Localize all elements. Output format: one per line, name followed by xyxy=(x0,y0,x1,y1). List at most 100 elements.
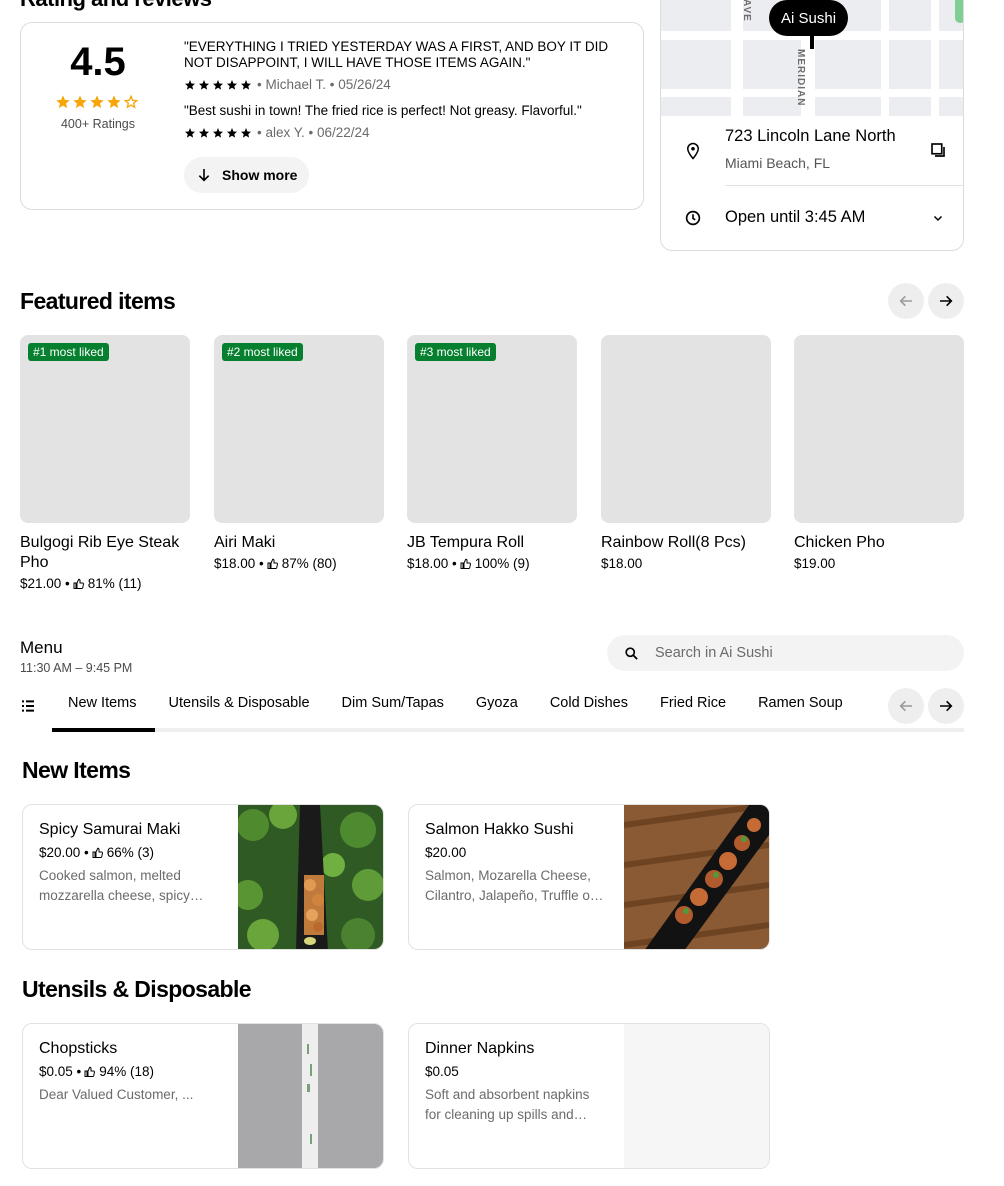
tab-fried-rice[interactable]: Fried Rice xyxy=(644,688,742,732)
arrow-left-icon xyxy=(899,700,912,712)
menu-item-photo xyxy=(238,805,383,949)
menu-item-card[interactable]: Salmon Hakko Sushi $20.00 Salmon, Mozare… xyxy=(408,804,770,950)
menu-item-description: Soft and absorbent napkins for cleaning … xyxy=(425,1087,590,1122)
menu-item-photo xyxy=(624,1024,769,1168)
review-meta: • Michael T. • 05/26/24 xyxy=(184,77,391,92)
review-stars xyxy=(184,127,252,139)
featured-title: Featured items xyxy=(20,288,176,314)
most-liked-badge: #2 most liked xyxy=(222,343,303,361)
featured-item-image: #2 most liked xyxy=(214,335,384,523)
thumbs-up-icon xyxy=(92,847,103,858)
search-input[interactable] xyxy=(655,645,935,661)
featured-item-meta: $21.00 • 81% (11) xyxy=(20,576,190,591)
store-hours: Open until 3:45 AM xyxy=(725,208,866,226)
menu-item-rating: 66% (3) xyxy=(106,845,155,860)
star-filled-icon xyxy=(56,95,70,109)
menu-item-card[interactable]: Dinner Napkins $0.05 Soft and absorbent … xyxy=(408,1023,770,1169)
menu-item-price: $20.00 • xyxy=(39,845,89,860)
menu-item-rating: 94% (18) xyxy=(99,1064,155,1079)
star-filled-icon xyxy=(199,79,209,90)
show-more-button[interactable]: Show more xyxy=(184,157,310,193)
tabs-next-button[interactable] xyxy=(928,688,964,724)
review-text: "EVERYTHING I TRIED YESTERDAY WAS A FIRS… xyxy=(184,39,609,70)
featured-item-price: $18.00 • xyxy=(407,556,457,571)
star-filled-icon xyxy=(227,79,237,90)
featured-prev-button[interactable] xyxy=(888,283,924,319)
menu-item-description: Dear Valued Customer, ... xyxy=(39,1087,194,1102)
menu-item-card[interactable]: Chopsticks $0.05 • 94% (18) Dear Valued … xyxy=(22,1023,384,1169)
ratings-count: 400+ Ratings xyxy=(60,117,135,131)
menu-list-icon[interactable] xyxy=(20,698,36,714)
store-address: 723 Lincoln Lane North xyxy=(725,127,896,145)
tab-utensils-disposable[interactable]: Utensils & Disposable xyxy=(153,688,326,732)
menu-search[interactable] xyxy=(607,635,964,671)
map-store-label: Ai Sushi xyxy=(769,0,849,36)
menu-item-photo xyxy=(238,1024,383,1168)
menu-item-description: Cooked salmon, melted mozzarella cheese,… xyxy=(39,868,190,903)
tab-cold-dishes[interactable]: Cold Dishes xyxy=(534,688,644,732)
menu-item-price: $0.05 xyxy=(425,1064,459,1079)
featured-item-card[interactable]: #3 most liked JB Tempura Roll $18.00 • 1… xyxy=(407,335,577,571)
rating-score: 4.5 xyxy=(70,40,126,84)
featured-item-card[interactable]: Rainbow Roll(8 Pcs) $18.00 xyxy=(601,335,771,571)
featured-item-price: $19.00 xyxy=(794,556,836,571)
divider xyxy=(725,185,964,186)
thumbs-up-icon xyxy=(267,558,278,569)
featured-item-meta: $18.00 • 100% (9) xyxy=(407,556,577,571)
featured-item-name: JB Tempura Roll xyxy=(407,534,525,551)
featured-item-rating: 87% (80) xyxy=(281,556,337,571)
menu-item-name: Chopsticks xyxy=(39,1040,118,1057)
featured-next-button[interactable] xyxy=(928,283,964,319)
featured-item-image: #1 most liked xyxy=(20,335,190,523)
featured-item-price: $18.00 xyxy=(601,556,643,571)
featured-item-image: #3 most liked xyxy=(407,335,577,523)
menu-item-name: Dinner Napkins xyxy=(425,1040,535,1057)
menu-tabs: New Items Utensils & Disposable Dim Sum/… xyxy=(52,688,859,732)
tab-ramen-soup[interactable]: Ramen Soup xyxy=(742,688,859,732)
featured-item-rating: 81% (11) xyxy=(87,576,142,591)
star-filled-icon xyxy=(241,127,251,138)
chevron-down-icon[interactable] xyxy=(932,212,944,224)
featured-item-card[interactable]: Chicken Pho $19.00 xyxy=(794,335,964,571)
star-filled-icon xyxy=(213,127,223,138)
location-pin-icon xyxy=(686,142,700,160)
review-meta: • alex Y. • 06/22/24 xyxy=(184,125,370,140)
featured-item-name: Airi Maki xyxy=(214,534,276,551)
featured-item-name: Bulgogi Rib Eye Steak Pho xyxy=(20,534,180,571)
star-filled-icon xyxy=(213,79,223,90)
menu-item-price: $0.05 • xyxy=(39,1064,82,1079)
featured-item-rating: 100% (9) xyxy=(474,556,530,571)
tabs-track xyxy=(52,728,964,732)
menu-item-price: $20.00 xyxy=(425,845,467,860)
menu-item-meta: $0.05 • 94% (18) xyxy=(39,1064,219,1079)
featured-item-card[interactable]: #2 most liked Airi Maki $18.00 • 87% (80… xyxy=(214,335,384,571)
featured-item-name: Rainbow Roll(8 Pcs) xyxy=(601,534,746,551)
featured-item-price: $21.00 • xyxy=(20,576,70,591)
tabs-prev-button[interactable] xyxy=(888,688,924,724)
featured-item-meta: $18.00 xyxy=(601,556,771,571)
star-filled-icon xyxy=(73,95,87,109)
rating-section-title: Rating and reviews xyxy=(20,0,212,12)
section-title-new-items: New Items xyxy=(22,757,131,783)
menu-item-meta: $20.00 • 66% (3) xyxy=(39,845,219,860)
featured-item-image xyxy=(794,335,964,523)
tab-dim-sum-tapas[interactable]: Dim Sum/Tapas xyxy=(326,688,460,732)
star-filled-icon xyxy=(90,95,104,109)
star-filled-icon xyxy=(227,127,237,138)
thumbs-up-icon xyxy=(460,558,471,569)
copy-icon[interactable] xyxy=(929,141,947,159)
menu-item-description: Salmon, Mozarella Cheese, Cilantro, Jala… xyxy=(425,868,600,903)
store-city: Miami Beach, FL xyxy=(725,155,831,171)
thumbs-up-icon xyxy=(84,1066,96,1077)
menu-item-card[interactable]: Spicy Samurai Maki $20.00 • 66% (3) Cook… xyxy=(22,804,384,950)
most-liked-badge: #1 most liked xyxy=(28,343,109,361)
featured-item-name: Chicken Pho xyxy=(794,534,885,551)
star-filled-icon xyxy=(107,95,121,109)
thumbs-up-icon xyxy=(73,578,84,589)
featured-item-card[interactable]: #1 most liked Bulgogi Rib Eye Steak Pho … xyxy=(20,335,190,591)
star-filled-icon xyxy=(185,79,195,90)
most-liked-badge: #3 most liked xyxy=(415,343,496,361)
tab-new-items[interactable]: New Items xyxy=(52,688,153,732)
section-title-utensils: Utensils & Disposable xyxy=(22,976,252,1002)
tab-gyoza[interactable]: Gyoza xyxy=(460,688,534,732)
